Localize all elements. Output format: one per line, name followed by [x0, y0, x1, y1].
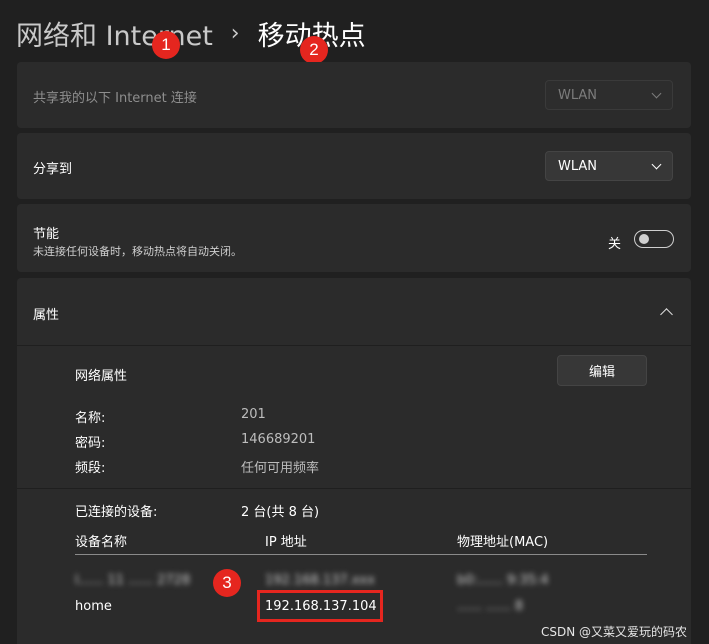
device-1-mac: b0:...... 9:35:4 [457, 573, 549, 588]
edit-button[interactable]: 编辑 [557, 355, 647, 386]
properties-header[interactable]: 属性 [17, 278, 691, 345]
share-source-label: 共享我的以下 Internet 连接 [33, 91, 197, 106]
chevron-up-icon [660, 308, 673, 321]
share-to-value: WLAN [558, 158, 598, 174]
device-1-ip: 192.168.137.xxx [265, 573, 375, 588]
column-header-device-name: 设备名称 [75, 535, 128, 550]
chevron-down-icon [651, 159, 662, 169]
field-label-password: 密码: [75, 436, 106, 451]
breadcrumb-separator: › [230, 21, 240, 46]
annotation-marker-3: 3 [213, 569, 241, 597]
share-to-label: 分享到 [33, 162, 73, 177]
field-value-name: 201 [241, 407, 266, 422]
connected-devices-label: 已连接的设备: [75, 505, 158, 520]
power-saving-state-label: 关 [608, 237, 622, 252]
annotation-marker-2: 2 [300, 36, 328, 64]
device-2-mac: ...... ...... 8 [457, 599, 524, 614]
field-value-password: 146689201 [241, 432, 316, 447]
table-header-divider [75, 554, 647, 555]
field-value-band: 任何可用频率 [241, 461, 320, 476]
share-to-dropdown[interactable]: WLAN [545, 151, 673, 181]
power-saving-card: 节能 未连接任何设备时，移动热点将自动关闭。 关 [17, 204, 691, 272]
breadcrumb-parent-link[interactable]: 网络和 Internet [16, 14, 213, 53]
column-header-mac: 物理地址(MAC) [457, 535, 549, 550]
field-label-band: 频段: [75, 461, 106, 476]
share-to-card: 分享到 WLAN [17, 133, 691, 199]
section-divider [17, 488, 691, 489]
column-header-ip: IP 地址 [265, 535, 307, 550]
properties-title: 属性 [33, 308, 60, 323]
device-2-name: home [75, 599, 112, 614]
connected-devices-count: 2 台(共 8 台) [241, 505, 320, 520]
watermark: CSDN @又菜又爱玩的码农 [541, 625, 688, 639]
share-source-card: 共享我的以下 Internet 连接 WLAN [17, 62, 691, 128]
device-1-name: l...... 11 ...... 2728 [75, 573, 191, 588]
chevron-down-icon [651, 88, 662, 98]
ip-highlight-box [257, 590, 383, 622]
share-source-value: WLAN [558, 87, 598, 103]
annotation-marker-1: 1 [152, 31, 180, 59]
power-saving-title: 节能 [33, 227, 60, 242]
header-divider [17, 345, 691, 346]
field-label-name: 名称: [75, 411, 106, 426]
share-source-dropdown: WLAN [545, 80, 673, 110]
network-props-title: 网络属性 [75, 369, 128, 384]
settings-window: { "breadcrumb": { "parent": "网络和 Interne… [0, 0, 709, 644]
power-saving-description: 未连接任何设备时，移动热点将自动关闭。 [33, 245, 242, 258]
toggle-knob [639, 234, 649, 244]
power-saving-toggle[interactable] [634, 230, 674, 248]
